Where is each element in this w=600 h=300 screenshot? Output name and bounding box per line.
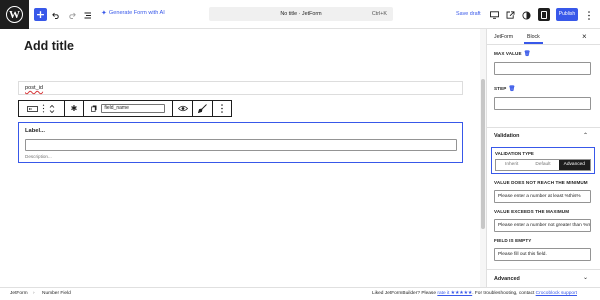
copy-icon[interactable] [91,105,97,112]
shortcut-hint: Ctrl+K [371,11,387,17]
top-toolbar: W + ✦ Generate Form with AI No title · J… [0,0,600,29]
validation-option-advanced[interactable]: Advanced [558,160,590,170]
max-message-input[interactable]: Please enter a number not greater than %… [494,219,591,232]
step-label: STEP 🗑︎ [494,86,516,92]
preview-icon [490,11,499,19]
validation-type-control: VALIDATION TYPE Inherit Default Advanced [491,147,595,174]
close-sidebar-icon[interactable]: × [582,32,587,41]
validation-panel-toggle[interactable]: Validation [494,133,519,139]
validation-type-toggle-group: Inherit Default Advanced [495,159,591,171]
number-input-preview [25,139,457,151]
list-view-icon [84,12,91,18]
support-link[interactable]: Crocoblock support [536,291,577,296]
settings-sidebar: JetForm Block × MAX VALUE 🗑︎ STEP 🗑︎ Valid… [486,29,600,287]
more-vertical-icon [221,104,223,113]
chevron-up-icon[interactable]: ⌃ [583,132,588,139]
validation-option-inherit[interactable]: Inherit [496,160,527,170]
footer-prefix: Liked JetFormBuilder? Please [372,291,436,296]
eye-icon [177,105,188,112]
sparkle-icon: ✦ [101,10,107,17]
trash-icon[interactable]: 🗑︎ [508,86,515,92]
status-bar: JetForm › Number Field Liked JetFormBuil… [0,287,600,300]
external-link-icon [506,11,515,19]
more-vertical-icon [588,10,590,20]
validation-type-label: VALIDATION TYPE [495,151,534,156]
settings-sidebar-toggle[interactable] [538,8,550,21]
field-label-input[interactable]: Label... [25,128,45,134]
field-name-control: field_name [84,101,174,116]
trash-icon[interactable]: 🗑︎ [524,51,531,57]
rate-link[interactable]: rate it ★★★★★ [437,291,472,296]
move-up-down-icon[interactable] [49,104,55,114]
undo-icon [52,12,59,19]
breadcrumb-current[interactable]: Number Field [42,291,71,296]
tab-jetform[interactable]: JetForm [494,34,513,40]
undo-button[interactable] [52,8,60,22]
block-toolbar: ✱ field_name [18,100,232,117]
redo-button[interactable] [68,8,76,22]
number-field-block[interactable]: Label... Description... [18,122,463,163]
block-type-switcher[interactable] [19,101,65,116]
breadcrumb-root[interactable]: JetForm [10,291,28,296]
generate-form-label: Generate Form with AI [108,10,165,16]
publish-button[interactable]: Publish [556,8,578,21]
half-circle-icon [522,10,531,20]
wordpress-logo-icon: W [6,6,23,23]
document-title: No title · JetForm [280,11,322,17]
max-value-label: MAX VALUE 🗑︎ [494,51,531,57]
field-description-input[interactable]: Description... [25,154,52,159]
visibility-toggle[interactable] [173,101,194,116]
min-message-input[interactable]: Please enter a number at least %this% [494,190,591,203]
validation-option-default[interactable]: Default [527,160,558,170]
section-divider [487,127,600,128]
tab-block[interactable]: Block [524,34,543,44]
redo-icon [69,12,76,19]
options-menu-button[interactable] [587,8,591,22]
footer-middle: . For troubleshooting, contact [472,291,535,296]
sidebar-icon [541,10,547,19]
section-divider [487,269,600,270]
style-button[interactable] [193,101,214,116]
min-message-label: VALUE DOES NOT REACH THE MINIMUM [494,180,588,185]
max-message-label: VALUE EXCEEDS THE MAXIMUM [494,209,570,214]
view-post-button[interactable] [506,8,515,22]
empty-message-label: FIELD IS EMPTY [494,238,532,243]
drag-handle-icon[interactable] [42,104,45,113]
asterisk-icon: ✱ [70,103,78,113]
required-toggle[interactable]: ✱ [65,101,85,116]
block-inserter-button[interactable]: + [34,8,47,21]
brush-icon [198,104,208,113]
advanced-panel-toggle[interactable]: Advanced [494,276,520,282]
max-value-input[interactable] [494,62,591,75]
step-input[interactable] [494,97,591,110]
preview-button[interactable] [490,8,499,22]
block-editor: W + ✦ Generate Form with AI No title · J… [0,0,600,300]
wordpress-logo-button[interactable]: W [0,0,29,29]
styles-button[interactable] [522,8,531,22]
post-title-input[interactable]: Add title [24,39,74,53]
block-options-button[interactable] [213,101,231,116]
command-palette-bar[interactable]: No title · JetForm Ctrl+K [209,7,393,21]
editor-canvas: Add title post_id ✱ field_name Label... … [0,29,480,287]
hidden-field-block[interactable]: post_id [18,81,463,95]
number-field-icon [27,105,39,112]
document-overview-button[interactable] [84,8,92,22]
hidden-field-value: post_id [25,85,44,91]
scrollbar-thumb[interactable] [481,79,485,229]
breadcrumb-separator: › [33,291,35,296]
field-name-input[interactable]: field_name [101,104,166,113]
chevron-down-icon[interactable]: ⌄ [583,274,588,281]
save-draft-button[interactable]: Save draft [456,11,481,17]
generate-form-ai-link[interactable]: ✦ Generate Form with AI [101,9,165,17]
footer-message: Liked JetFormBuilder? Please rate it ★★★… [372,291,577,296]
sidebar-tabs: JetForm Block × [487,29,600,45]
empty-message-input[interactable]: Please fill out this field. [494,248,591,261]
